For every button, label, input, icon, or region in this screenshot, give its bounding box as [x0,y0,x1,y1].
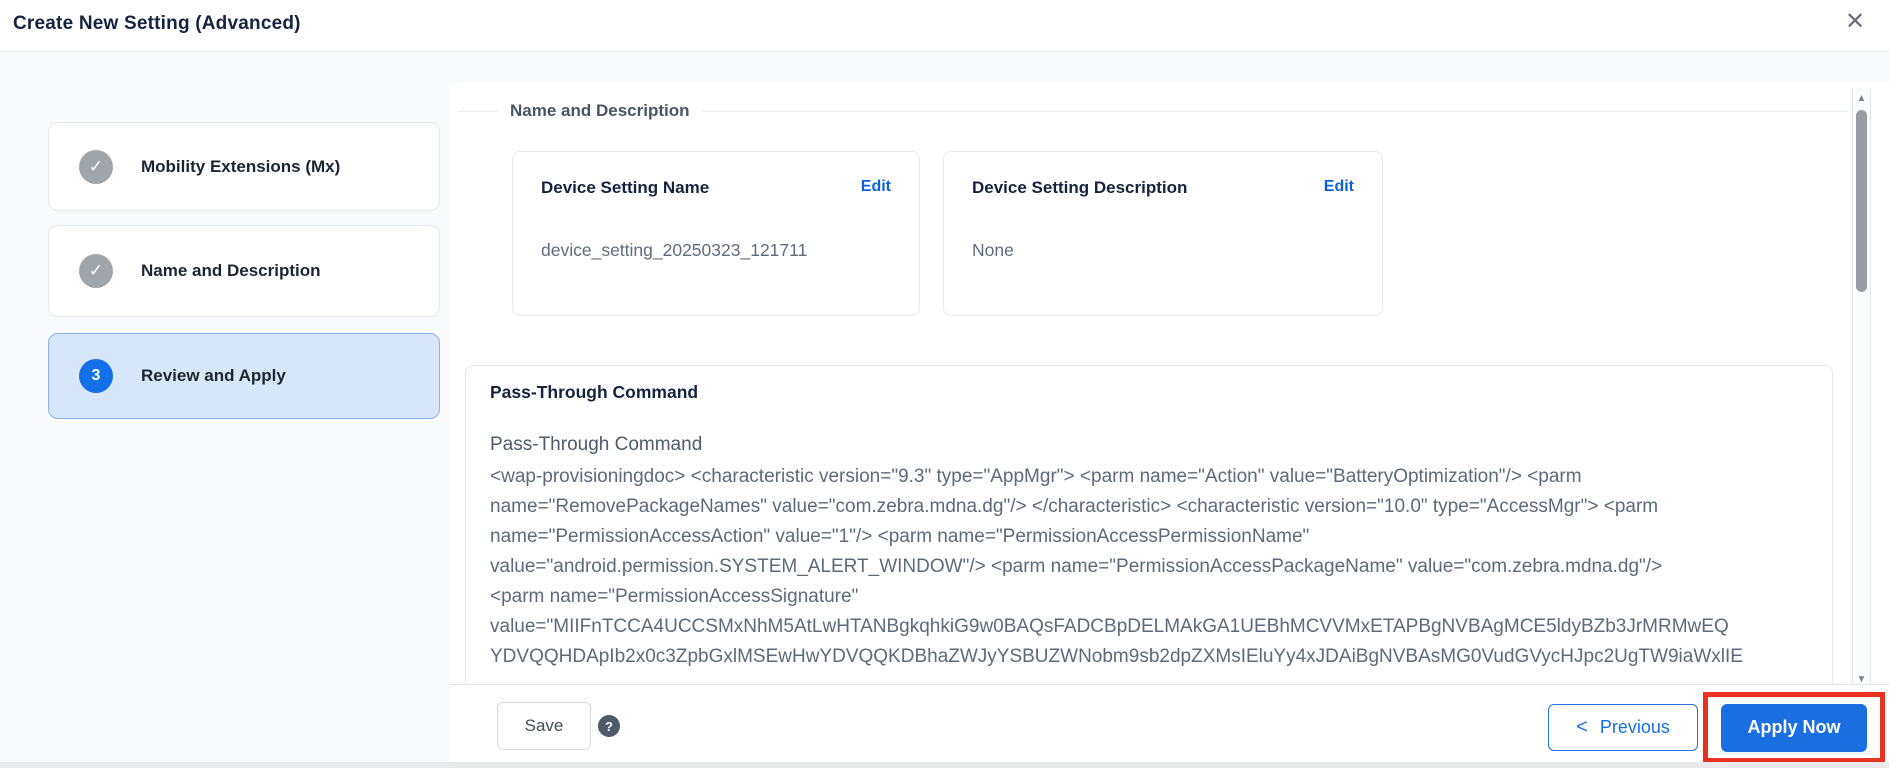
bottom-edge-strip [0,762,1889,768]
section-legend: Name and Description [458,100,1848,122]
scroll-up-icon[interactable]: ▲ [1853,90,1870,106]
command-line: <wap-provisioningdoc> <characteristic ve… [490,462,1820,492]
device-setting-description-value: None [972,240,1014,261]
step-label: Name and Description [141,261,321,281]
pass-through-field-label: Pass-Through Command [490,434,702,456]
command-line: name="PermissionAccessAction" value="1"/… [490,522,1820,552]
pass-through-command-card: Pass-Through Command Pass-Through Comman… [465,365,1833,684]
scrollbar-thumb[interactable] [1856,110,1867,292]
step-label: Mobility Extensions (Mx) [141,157,340,177]
vertical-scrollbar[interactable]: ▲ ▼ [1852,88,1871,689]
step-name-and-description[interactable]: ✓ Name and Description [48,225,440,317]
previous-button[interactable]: < Previous [1548,704,1698,751]
step-review-and-apply[interactable]: 3 Review and Apply [48,333,440,419]
pass-through-command-text: <wap-provisioningdoc> <characteristic ve… [490,462,1820,672]
pass-through-card-title: Pass-Through Command [490,382,698,403]
edit-name-link[interactable]: Edit [861,178,891,196]
step-number-badge: 3 [79,359,113,393]
help-icon[interactable]: ? [598,715,620,737]
save-button[interactable]: Save [497,702,591,750]
command-line: name="RemovePackageNames" value="com.zeb… [490,492,1820,522]
command-line: value="android.permission.SYSTEM_ALERT_W… [490,552,1820,582]
device-setting-description-card: Device Setting Description Edit None [943,151,1383,316]
check-icon: ✓ [79,254,113,288]
card-title: Device Setting Description [972,178,1187,198]
footer-action-bar: Save ? < Previous Apply Now [450,684,1889,762]
review-content-panel: Name and Description Device Setting Name… [450,83,1889,762]
close-icon[interactable]: ✕ [1838,4,1872,38]
card-title: Device Setting Name [541,178,709,198]
chevron-left-icon: < [1576,717,1588,737]
dialog-title: Create New Setting (Advanced) [13,13,301,35]
device-setting-name-value: device_setting_20250323_121711 [541,240,807,261]
step-mobility-extensions[interactable]: ✓ Mobility Extensions (Mx) [48,122,440,211]
scroll-viewport: Name and Description Device Setting Name… [450,83,1889,684]
command-line: value="MIIFnTCCA4UCCSMxNhM5AtLwHTANBgkqh… [490,612,1820,642]
command-line: YDVQQHDApIb2x0c3ZpbGxlMSEwHwYDVQQKDBhaZW… [490,642,1820,672]
device-setting-name-card: Device Setting Name Edit device_setting_… [512,151,920,316]
apply-now-button[interactable]: Apply Now [1721,704,1867,752]
previous-button-label: Previous [1600,717,1670,738]
check-icon: ✓ [79,150,113,184]
section-legend-text: Name and Description [498,101,702,121]
red-highlight-annotation: Apply Now [1703,692,1885,763]
step-label: Review and Apply [141,366,286,386]
command-line: <parm name="PermissionAccessSignature" [490,582,1820,612]
dialog-header: Create New Setting (Advanced) ✕ [0,0,1889,52]
edit-description-link[interactable]: Edit [1324,178,1354,196]
